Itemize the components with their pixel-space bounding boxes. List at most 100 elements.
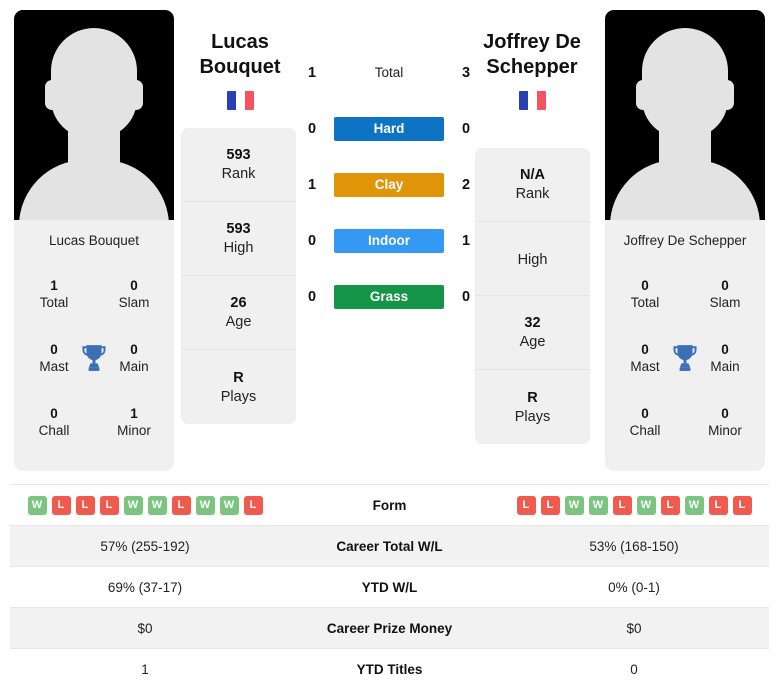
- player-card-name-right: Joffrey De Schepper: [623, 232, 747, 248]
- stat-label: Plays: [514, 408, 551, 425]
- avatar-silhouette-ear-left: [45, 80, 59, 110]
- row-label: YTD Titles: [356, 661, 423, 677]
- form-badge-win[interactable]: W: [147, 495, 167, 515]
- form-badge-loss[interactable]: L: [732, 495, 752, 515]
- title-stat: 0 Total: [605, 262, 685, 326]
- surface-badge-hard: Hard: [334, 117, 444, 141]
- form-badge-loss[interactable]: L: [540, 495, 560, 515]
- stat-high: High: [475, 222, 590, 296]
- stat-rank: 593 Rank: [181, 128, 296, 202]
- row-label: YTD W/L: [361, 579, 418, 595]
- form-badge-win[interactable]: W: [27, 495, 47, 515]
- value-right: 0% (0-1): [608, 579, 660, 595]
- form-badge-win[interactable]: W: [636, 495, 656, 515]
- stat-value: N/A: [520, 167, 545, 183]
- title-value: 0: [130, 342, 138, 357]
- value-right: 0: [630, 661, 638, 677]
- title-stat: 1 Total: [14, 262, 94, 326]
- title-value: 0: [721, 278, 729, 293]
- avatar-silhouette-ear-right: [720, 80, 734, 110]
- form-badge-loss[interactable]: L: [75, 495, 95, 515]
- title-value: 1: [50, 278, 58, 293]
- row-label: Form: [372, 497, 407, 513]
- avatar-silhouette-ear-left: [636, 80, 650, 110]
- h2h-right-count: 3: [461, 65, 471, 81]
- form-badge-loss[interactable]: L: [99, 495, 119, 515]
- player-name-right-line1: Joffrey De: [483, 31, 581, 53]
- player-name-right-line2: Schepper: [486, 56, 578, 78]
- player-heading-left: Lucas Bouquet: [170, 30, 310, 110]
- value-left: 57% (255-192): [100, 538, 190, 554]
- form-badge-loss[interactable]: L: [516, 495, 536, 515]
- stat-value: 26: [230, 295, 247, 311]
- form-badge-loss[interactable]: L: [708, 495, 728, 515]
- title-value: 1: [130, 406, 138, 421]
- stat-value: R: [233, 369, 244, 386]
- avatar: [605, 10, 765, 220]
- title-value: 0: [50, 406, 58, 421]
- stat-label: Rank: [221, 166, 256, 182]
- title-label: Mast: [630, 359, 660, 374]
- stat-plays: R Plays: [181, 350, 296, 424]
- avatar: [14, 10, 174, 220]
- surface-label-total: Total: [374, 65, 404, 80]
- title-value: 0: [721, 342, 729, 357]
- form-cell-left: WLLLWWLWWL: [10, 495, 280, 515]
- form-badge-win[interactable]: W: [588, 495, 608, 515]
- avatar-silhouette-ear-right: [129, 80, 143, 110]
- value-left: $0: [137, 620, 153, 636]
- stat-age: 32 Age: [475, 296, 590, 370]
- h2h-left-count: 0: [307, 121, 317, 137]
- stat-value: 593: [226, 221, 251, 237]
- row-label: Career Total W/L: [336, 538, 443, 554]
- value-right: $0: [626, 620, 642, 636]
- player-name-left-line1: Lucas: [211, 31, 269, 53]
- table-row-career-prize-money: $0 Career Prize Money $0: [10, 607, 769, 648]
- form-badge-loss[interactable]: L: [171, 495, 191, 515]
- title-value: 0: [50, 342, 58, 357]
- form-badge-win[interactable]: W: [123, 495, 143, 515]
- form-badge-win[interactable]: W: [219, 495, 239, 515]
- form-badge-loss[interactable]: L: [660, 495, 680, 515]
- stat-label: High: [517, 252, 548, 268]
- stat-high: 593 High: [181, 202, 296, 276]
- comparison-header: Lucas Bouquet 1 Total 0 Slam 0 Mast 0 Ma…: [0, 0, 779, 472]
- player-card-left[interactable]: Lucas Bouquet 1 Total 0 Slam 0 Mast 0 Ma…: [14, 10, 174, 471]
- form-badge-loss[interactable]: L: [243, 495, 263, 515]
- form-badge-win[interactable]: W: [684, 495, 704, 515]
- stat-panel-left: 593 Rank 593 High 26 Age R Plays: [181, 128, 296, 424]
- title-stat: 1 Minor: [94, 390, 174, 454]
- stat-age: 26 Age: [181, 276, 296, 350]
- h2h-row-total: 1 Total 3: [300, 60, 478, 86]
- comparison-table: WLLLWWLWWL Form LLWWLWLWLL 57% (255-192)…: [10, 484, 769, 689]
- form-badge-win[interactable]: W: [195, 495, 215, 515]
- title-stat: 0 Slam: [685, 262, 765, 326]
- value-right: 53% (168-150): [589, 538, 679, 554]
- surface-badge-clay: Clay: [334, 173, 444, 197]
- value-left: 69% (37-17): [107, 579, 183, 595]
- form-badge-loss[interactable]: L: [51, 495, 71, 515]
- title-label: Chall: [629, 423, 661, 438]
- stat-label: Rank: [515, 186, 550, 202]
- player-card-right[interactable]: Joffrey De Schepper 0 Total 0 Slam 0 Mas…: [605, 10, 765, 471]
- table-row-career-total-wl: 57% (255-192) Career Total W/L 53% (168-…: [10, 525, 769, 566]
- avatar-silhouette-body: [19, 160, 169, 220]
- title-value: 0: [641, 342, 649, 357]
- title-label: Chall: [38, 423, 70, 438]
- title-label: Total: [39, 295, 69, 310]
- title-label: Total: [630, 295, 660, 310]
- table-row-ytd-titles: 1 YTD Titles 0: [10, 648, 769, 689]
- title-label: Main: [710, 359, 740, 374]
- form-badge-win[interactable]: W: [564, 495, 584, 515]
- h2h-left-count: 0: [307, 233, 317, 249]
- title-label: Minor: [708, 423, 742, 438]
- surface-badge-grass: Grass: [334, 285, 444, 309]
- form-badges-right: LLWWLWLWLL: [499, 495, 769, 515]
- stat-rank: N/A Rank: [475, 148, 590, 222]
- trophy-icon: [673, 345, 697, 371]
- title-stat: 0 Chall: [605, 390, 685, 454]
- h2h-row-grass: 0 Grass 0: [300, 284, 478, 310]
- form-badge-loss[interactable]: L: [612, 495, 632, 515]
- title-value: 0: [641, 278, 649, 293]
- title-stat: 0 Slam: [94, 262, 174, 326]
